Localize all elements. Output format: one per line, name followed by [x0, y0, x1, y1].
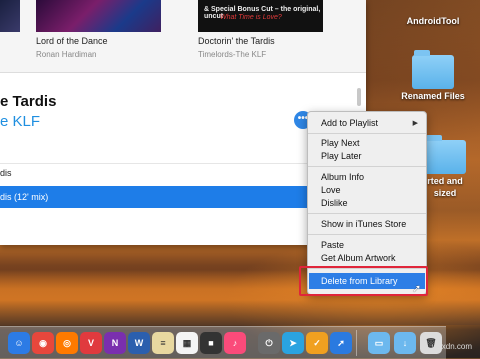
firefox-dock-icon[interactable]: ◎ [56, 332, 78, 354]
album-art[interactable] [36, 0, 161, 32]
vivaldi-dock-icon[interactable]: V [80, 332, 102, 354]
album-title[interactable]: Lord of the Dance [36, 36, 108, 46]
word-dock-icon[interactable]: W [128, 332, 150, 354]
finder-dock-icon[interactable]: ☺ [8, 332, 30, 354]
telegram-dock-icon[interactable]: ➤ [282, 332, 304, 354]
desktop-icon-renamed-files[interactable]: Renamed Files [388, 50, 478, 101]
menu-item-dislike[interactable]: Dislike [321, 198, 348, 208]
menu-separator [308, 133, 426, 134]
menu-item-show-in-itunes-store[interactable]: Show in iTunes Store [321, 219, 406, 229]
menu-item-love[interactable]: Love [321, 185, 341, 195]
track-row[interactable]: dis [0, 168, 12, 178]
watermark: wsxdn.com [432, 342, 473, 351]
itunes-dock-icon[interactable]: ♪ [224, 332, 246, 354]
power-dock-icon[interactable]: ⏻ [258, 332, 280, 354]
highlight-annotation-box [299, 266, 428, 296]
desktop-icon-label: Renamed Files [401, 91, 465, 101]
menu-item-paste[interactable]: Paste [321, 240, 344, 250]
onenote-dock-icon[interactable]: N [104, 332, 126, 354]
album-art-text: What Time is Love? [220, 14, 282, 21]
folder-icon [412, 50, 454, 89]
album-art[interactable] [0, 0, 20, 32]
desktop-icon-label: AndroidTool [406, 16, 460, 26]
menu-item-album-info[interactable]: Album Info [321, 172, 364, 182]
menu-separator [308, 234, 426, 235]
menu-separator [308, 213, 426, 214]
menu-item-play-later[interactable]: Play Later [321, 151, 362, 161]
album-artist[interactable]: Ronan Hardiman [36, 50, 96, 59]
album-title[interactable]: Doctorin' the Tardis [198, 36, 275, 46]
song-artist-link[interactable]: e KLF [0, 113, 40, 130]
submenu-arrow-icon: ▶ [412, 120, 418, 127]
menu-item-get-album-artwork[interactable]: Get Album Artwork [321, 253, 396, 263]
menu-separator [308, 166, 426, 167]
folder-icon [424, 135, 466, 174]
chrome-dock-icon[interactable]: ◉ [32, 332, 54, 354]
song-title: e Tardis [0, 93, 57, 110]
calendar-dock-icon[interactable]: ▦ [176, 332, 198, 354]
downloads-dock-icon[interactable]: ↓ [394, 332, 416, 354]
album-artist[interactable]: Timelords-The KLF [198, 50, 266, 59]
tasks-dock-icon[interactable]: ✓ [306, 332, 328, 354]
album-art[interactable]: & Special Bonus Cut – the original, uncu… [198, 0, 323, 32]
dark-app-dock-icon[interactable]: ■ [200, 332, 222, 354]
safari-dock-icon[interactable]: ➚ [330, 332, 352, 354]
notes-dock-icon[interactable]: ≡ [152, 332, 174, 354]
menu-item-play-next[interactable]: Play Next [321, 138, 360, 148]
desktop-icon-androidtool[interactable]: AndroidTool [388, 2, 478, 26]
folder-dock-icon[interactable]: ▭ [368, 332, 390, 354]
pointer-cursor-icon: ➚ [412, 283, 422, 295]
dock-separator [356, 330, 357, 356]
scrollbar[interactable] [357, 88, 361, 106]
album-grid: & Special Bonus Cut – the original, uncu… [0, 0, 366, 73]
menu-item-add-to-playlist[interactable]: Add to Playlist [321, 118, 378, 128]
track-title: dis (12' mix) [0, 192, 49, 202]
